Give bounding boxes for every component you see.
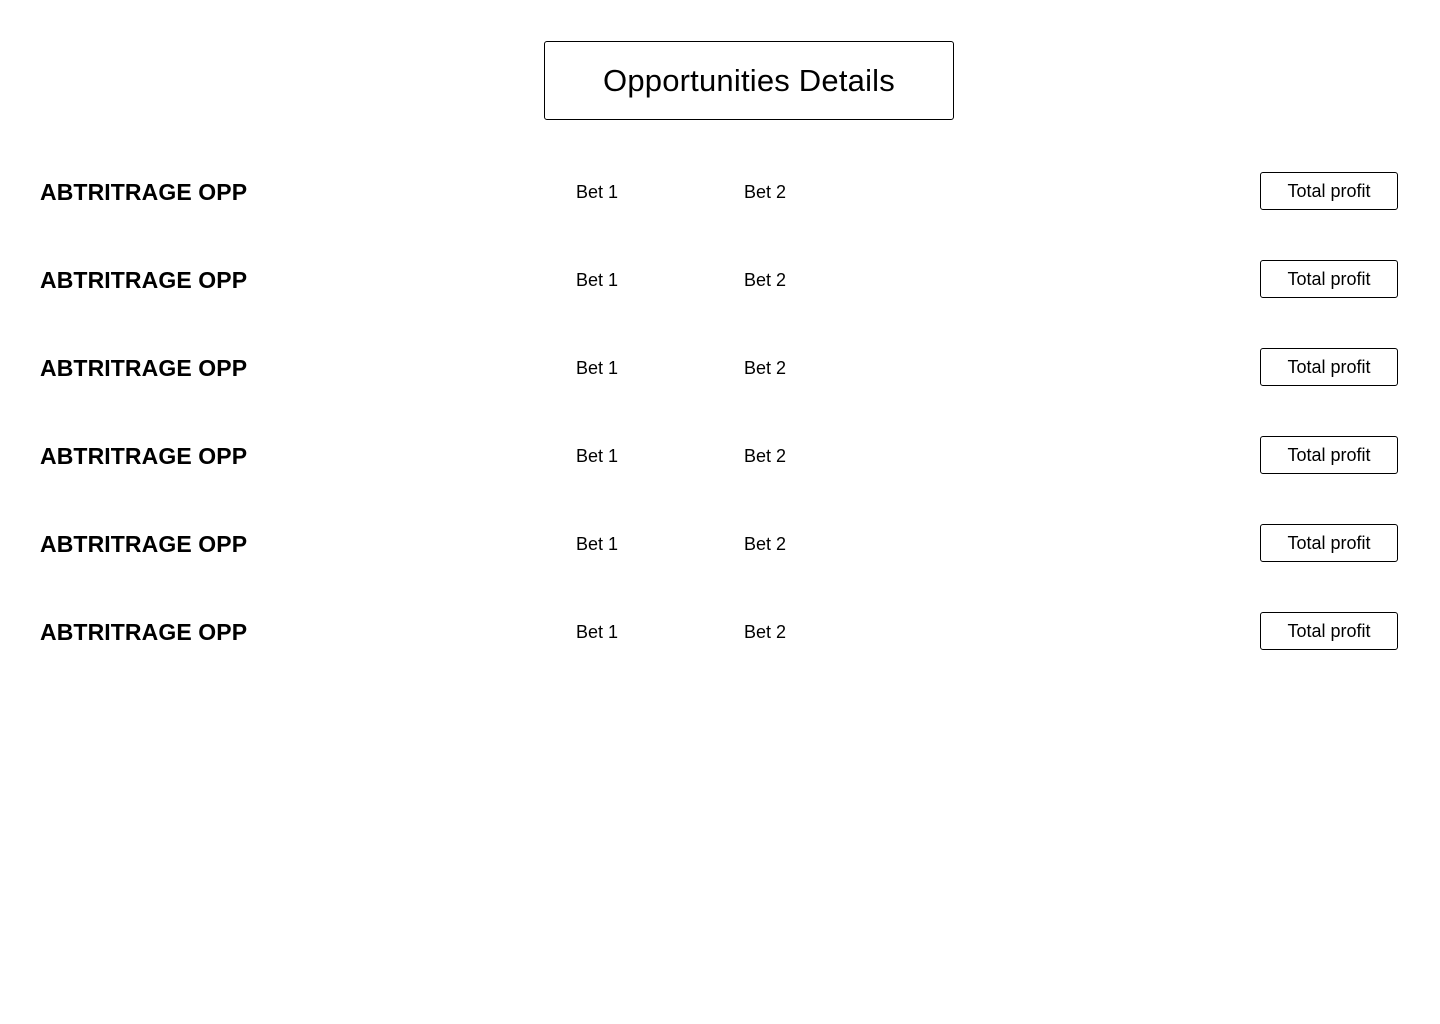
opportunity-name: ABTRITRAGE OPP: [40, 443, 248, 469]
bet-2-label: Bet 2: [744, 534, 787, 554]
total-profit-button[interactable]: Total profit: [1260, 436, 1398, 474]
bet-2-label: Bet 2: [744, 182, 787, 202]
total-profit-button[interactable]: Total profit: [1260, 524, 1398, 562]
opportunities-list: ABTRITRAGE OPP Bet 1 Bet 2 Total profit …: [0, 172, 1440, 700]
opportunity-name: ABTRITRAGE OPP: [40, 355, 248, 381]
list-item: ABTRITRAGE OPP Bet 1 Bet 2 Total profit: [0, 436, 1440, 476]
total-profit-button[interactable]: Total profit: [1260, 612, 1398, 650]
bet-1-label: Bet 1: [576, 358, 619, 378]
list-item: ABTRITRAGE OPP Bet 1 Bet 2 Total profit: [0, 524, 1440, 564]
bet-1-label: Bet 1: [576, 534, 619, 554]
page-title: Opportunities Details: [603, 62, 895, 98]
list-item: ABTRITRAGE OPP Bet 1 Bet 2 Total profit: [0, 260, 1440, 300]
list-item: ABTRITRAGE OPP Bet 1 Bet 2 Total profit: [0, 612, 1440, 652]
bet-1-label: Bet 1: [576, 622, 619, 642]
opportunity-name: ABTRITRAGE OPP: [40, 267, 248, 293]
total-profit-button[interactable]: Total profit: [1260, 348, 1398, 386]
bet-1-label: Bet 1: [576, 446, 619, 466]
list-item: ABTRITRAGE OPP Bet 1 Bet 2 Total profit: [0, 348, 1440, 388]
opportunities-page: Opportunities Details ABTRITRAGE OPP Bet…: [0, 0, 1440, 1024]
opportunity-name: ABTRITRAGE OPP: [40, 531, 248, 557]
opportunity-name: ABTRITRAGE OPP: [40, 179, 248, 205]
page-title-box: Opportunities Details: [544, 41, 954, 120]
bet-2-label: Bet 2: [744, 358, 787, 378]
bet-2-label: Bet 2: [744, 446, 787, 466]
bet-2-label: Bet 2: [744, 622, 787, 642]
bet-1-label: Bet 1: [576, 182, 619, 202]
opportunity-name: ABTRITRAGE OPP: [40, 619, 248, 645]
bet-2-label: Bet 2: [744, 270, 787, 290]
list-item: ABTRITRAGE OPP Bet 1 Bet 2 Total profit: [0, 172, 1440, 212]
total-profit-button[interactable]: Total profit: [1260, 172, 1398, 210]
total-profit-button[interactable]: Total profit: [1260, 260, 1398, 298]
bet-1-label: Bet 1: [576, 270, 619, 290]
